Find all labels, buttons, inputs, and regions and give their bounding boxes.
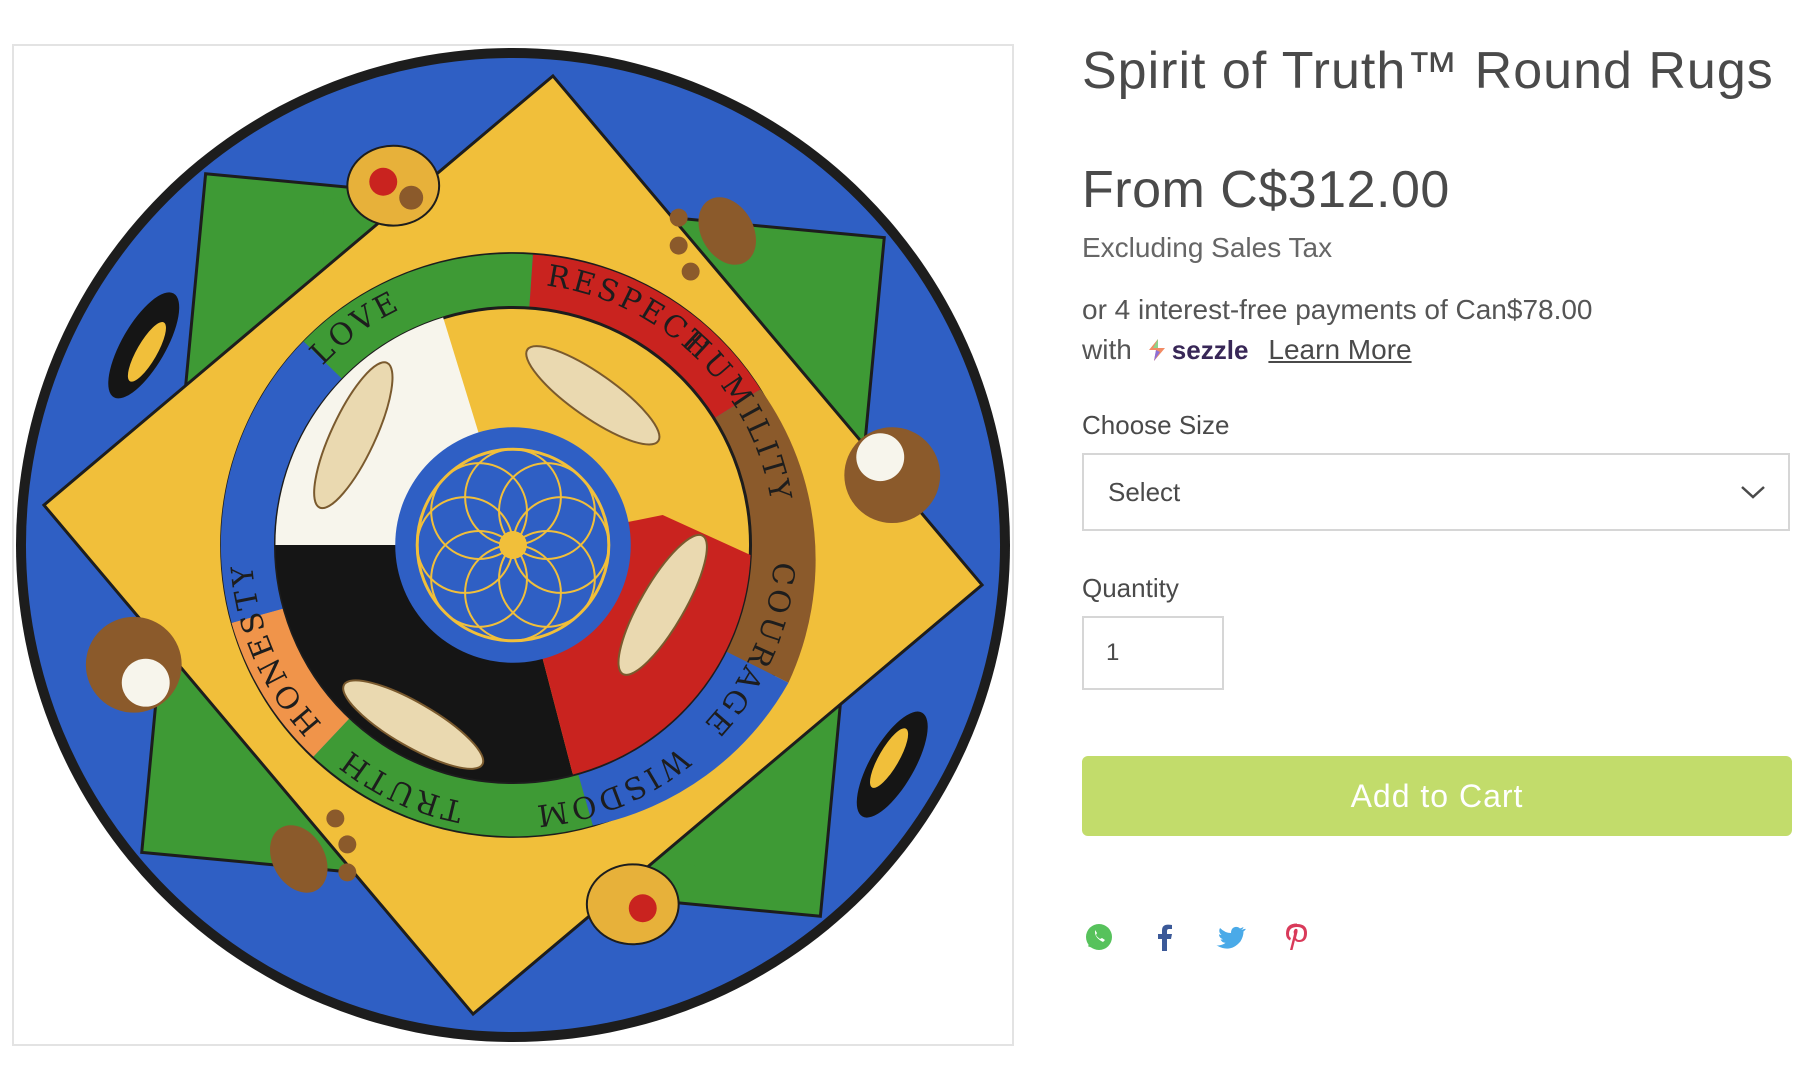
- sezzle-brand-text: sezzle: [1171, 335, 1249, 365]
- learn-more-link[interactable]: Learn More: [1268, 330, 1411, 370]
- facebook-icon[interactable]: [1150, 922, 1180, 952]
- eagle-right: [844, 427, 941, 524]
- eagle-left: [85, 616, 182, 713]
- whatsapp-icon[interactable]: [1084, 922, 1114, 952]
- tax-note: Excluding Sales Tax: [1082, 232, 1333, 263]
- quantity-input[interactable]: [1082, 616, 1224, 690]
- size-select[interactable]: Select: [1082, 453, 1790, 531]
- add-to-cart-button[interactable]: Add to Cart: [1082, 756, 1792, 836]
- sezzle-icon: [1148, 339, 1165, 361]
- twitter-icon[interactable]: [1216, 922, 1246, 952]
- sezzle-logo: sezzle: [1146, 330, 1249, 370]
- sezzle-installments-text: or 4 interest-free payments of Can$78.00: [1082, 294, 1593, 325]
- sezzle-with-text: with: [1082, 334, 1132, 365]
- product-title: Spirit of Truth™ Round Rugs: [1082, 42, 1774, 100]
- size-select-value: Select: [1108, 476, 1181, 507]
- chevron-down-icon: [1741, 486, 1765, 499]
- product-image[interactable]: RESPECT HUMILITY COURAGE WISDOM TRUTH HO…: [12, 44, 1014, 1046]
- sezzle-payment-info: or 4 interest-free payments of Can$78.00…: [1082, 290, 1792, 370]
- size-label: Choose Size: [1082, 410, 1230, 440]
- rug-illustration: RESPECT HUMILITY COURAGE WISDOM TRUTH HO…: [15, 47, 1011, 1043]
- share-icons: [1082, 922, 1792, 952]
- pinterest-icon[interactable]: [1282, 922, 1312, 952]
- quantity-label: Quantity: [1082, 573, 1179, 603]
- product-info: Spirit of Truth™ Round Rugs From C$312.0…: [1082, 40, 1792, 952]
- product-price: From C$312.00: [1082, 161, 1450, 219]
